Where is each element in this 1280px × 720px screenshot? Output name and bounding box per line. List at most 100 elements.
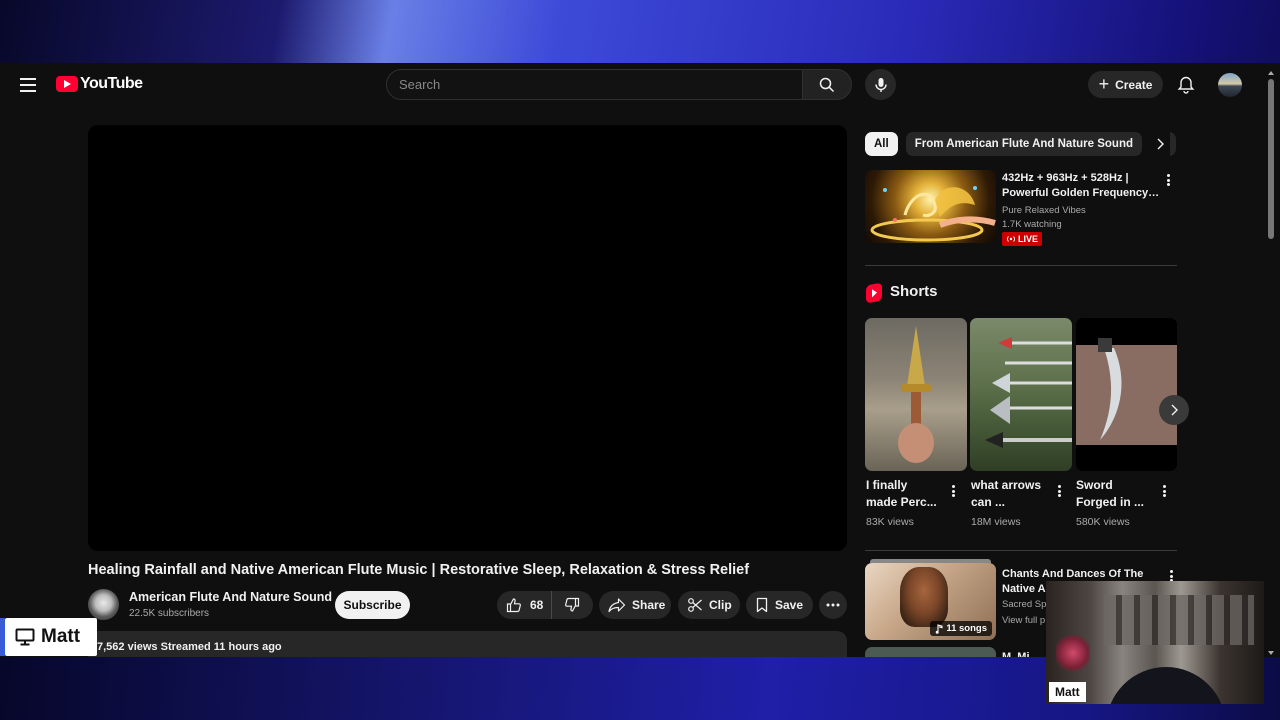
hamburger-menu-icon[interactable] bbox=[16, 73, 40, 97]
scroll-down-arrow-icon[interactable] bbox=[1268, 651, 1274, 655]
short-title-1[interactable]: I finally made Perc... bbox=[866, 477, 944, 511]
short-thumbnail-3[interactable] bbox=[1076, 318, 1177, 471]
video-player[interactable] bbox=[88, 125, 847, 551]
voice-search-button[interactable] bbox=[865, 69, 896, 100]
short-title-3[interactable]: Sword Forged in ... bbox=[1076, 477, 1154, 511]
plus-icon: + bbox=[1098, 73, 1110, 94]
short-thumbnail-2[interactable] bbox=[970, 318, 1072, 471]
live-broadcast-icon bbox=[1007, 236, 1015, 242]
sword-image bbox=[1076, 338, 1177, 445]
subscribe-button[interactable]: Subscribe bbox=[335, 591, 410, 619]
short-title-1-line2: made Perc... bbox=[866, 495, 937, 509]
clip-button[interactable]: Clip bbox=[678, 591, 740, 619]
bookmark-icon bbox=[756, 597, 768, 613]
short-1-more-icon[interactable] bbox=[949, 484, 957, 498]
short-title-2[interactable]: what arrows can ... bbox=[971, 477, 1049, 511]
next-item-thumbnail[interactable] bbox=[865, 647, 996, 657]
webcam-person bbox=[1106, 667, 1226, 704]
scissors-icon bbox=[688, 598, 702, 612]
share-label: Share bbox=[632, 598, 666, 612]
short-views-1: 83K views bbox=[866, 516, 914, 528]
short-thumbnail-1[interactable] bbox=[865, 318, 967, 471]
scroll-thumb[interactable] bbox=[1268, 79, 1274, 239]
search-button[interactable] bbox=[802, 69, 852, 100]
streamer-name-tag: Matt bbox=[0, 618, 97, 656]
playlist-thumbnail[interactable]: 11 songs bbox=[865, 563, 996, 640]
youtube-window: YouTube + Create Healing Rainfall and Na… bbox=[0, 63, 1280, 657]
short-title-2-line2: can ... bbox=[971, 495, 1006, 509]
section-divider bbox=[865, 265, 1177, 266]
short-title-3-line1: Sword bbox=[1076, 478, 1113, 492]
channel-name[interactable]: American Flute And Nature Sound bbox=[129, 590, 332, 604]
portrait-image bbox=[900, 567, 948, 627]
chips-next-button[interactable] bbox=[1150, 132, 1170, 156]
shorts-heading: Shorts bbox=[890, 283, 938, 300]
account-avatar[interactable] bbox=[1218, 73, 1242, 97]
live-label: LIVE bbox=[1018, 234, 1039, 244]
recommended-title-line2: Powerful Golden Frequency Fo... bbox=[1002, 187, 1162, 199]
recommended-more-icon[interactable] bbox=[1164, 173, 1172, 187]
monitor-icon bbox=[15, 628, 35, 646]
more-horizontal-icon bbox=[826, 603, 840, 607]
dislike-button[interactable] bbox=[552, 591, 592, 619]
next-item-title[interactable]: M. Mi bbox=[1002, 651, 1030, 657]
short-title-3-line2: Forged in ... bbox=[1076, 495, 1144, 509]
playlist-view-full-link[interactable]: View full p bbox=[1002, 615, 1045, 626]
recommended-channel[interactable]: Pure Relaxed Vibes bbox=[1002, 205, 1086, 216]
create-button[interactable]: + Create bbox=[1088, 71, 1163, 98]
like-count: 68 bbox=[530, 598, 544, 612]
recommended-thumbnail[interactable] bbox=[865, 170, 996, 243]
notifications-bell-icon[interactable] bbox=[1176, 75, 1196, 95]
webcam-lamp bbox=[1056, 633, 1090, 673]
thumbs-down-icon bbox=[565, 597, 580, 612]
recommended-title-line1: 432Hz + 963Hz + 528Hz | bbox=[1002, 172, 1129, 184]
webcam-background-shelf bbox=[1104, 595, 1254, 645]
golden-swan-image bbox=[870, 186, 996, 242]
like-dislike-group: 68 bbox=[497, 591, 593, 619]
like-button[interactable]: 68 bbox=[497, 591, 552, 619]
short-3-more-icon[interactable] bbox=[1160, 484, 1168, 498]
page-scrollbar[interactable] bbox=[1266, 71, 1276, 655]
scroll-up-arrow-icon[interactable] bbox=[1268, 71, 1274, 75]
live-badge: LIVE bbox=[1002, 232, 1043, 246]
subscriber-count: 22.5K subscribers bbox=[129, 608, 210, 619]
shorts-logo-icon bbox=[866, 282, 882, 304]
save-label: Save bbox=[775, 598, 804, 612]
view-count-and-date: 7,562 views Streamed 11 hours ago bbox=[97, 641, 282, 653]
section-divider bbox=[865, 550, 1177, 551]
chip-from-channel[interactable]: From American Flute And Nature Sound bbox=[905, 132, 1143, 156]
share-button[interactable]: Share bbox=[599, 591, 671, 619]
streamer-name: Matt bbox=[41, 626, 81, 647]
music-note-icon bbox=[936, 623, 943, 634]
recommended-title[interactable]: 432Hz + 963Hz + 528Hz | Powerful Golden … bbox=[1002, 171, 1162, 201]
playlist-song-count: 11 songs bbox=[930, 621, 992, 636]
create-label: Create bbox=[1115, 77, 1153, 92]
more-actions-button[interactable] bbox=[819, 591, 847, 619]
search-input[interactable] bbox=[399, 77, 802, 92]
short-title-1-line1: I finally bbox=[866, 478, 908, 492]
video-title: Healing Rainfall and Native American Flu… bbox=[88, 562, 750, 578]
search-box bbox=[386, 69, 803, 100]
chip-all[interactable]: All bbox=[865, 132, 898, 156]
clip-label: Clip bbox=[709, 598, 732, 612]
dagger-image bbox=[898, 326, 934, 463]
microphone-icon bbox=[874, 77, 887, 92]
chevron-right-icon bbox=[1171, 404, 1178, 416]
short-views-3: 580K views bbox=[1076, 516, 1130, 528]
webcam-name-label: Matt bbox=[1049, 682, 1086, 702]
channel-avatar[interactable] bbox=[88, 589, 119, 620]
short-views-2: 18M views bbox=[971, 516, 1021, 528]
playlist-count-label: 11 songs bbox=[946, 623, 987, 634]
shorts-next-button[interactable] bbox=[1159, 395, 1189, 425]
chevron-right-icon bbox=[1157, 138, 1164, 150]
search-icon bbox=[819, 77, 835, 92]
thumbs-up-icon bbox=[506, 598, 521, 613]
youtube-play-icon bbox=[56, 76, 78, 92]
short-2-more-icon[interactable] bbox=[1055, 484, 1063, 498]
share-icon bbox=[608, 598, 626, 613]
youtube-logo[interactable]: YouTube bbox=[56, 75, 143, 93]
save-button[interactable]: Save bbox=[746, 591, 813, 619]
recommended-watching: 1.7K watching bbox=[1002, 219, 1062, 230]
playlist-channel[interactable]: Sacred Spi bbox=[1002, 599, 1048, 610]
arrows-image bbox=[985, 337, 1072, 448]
